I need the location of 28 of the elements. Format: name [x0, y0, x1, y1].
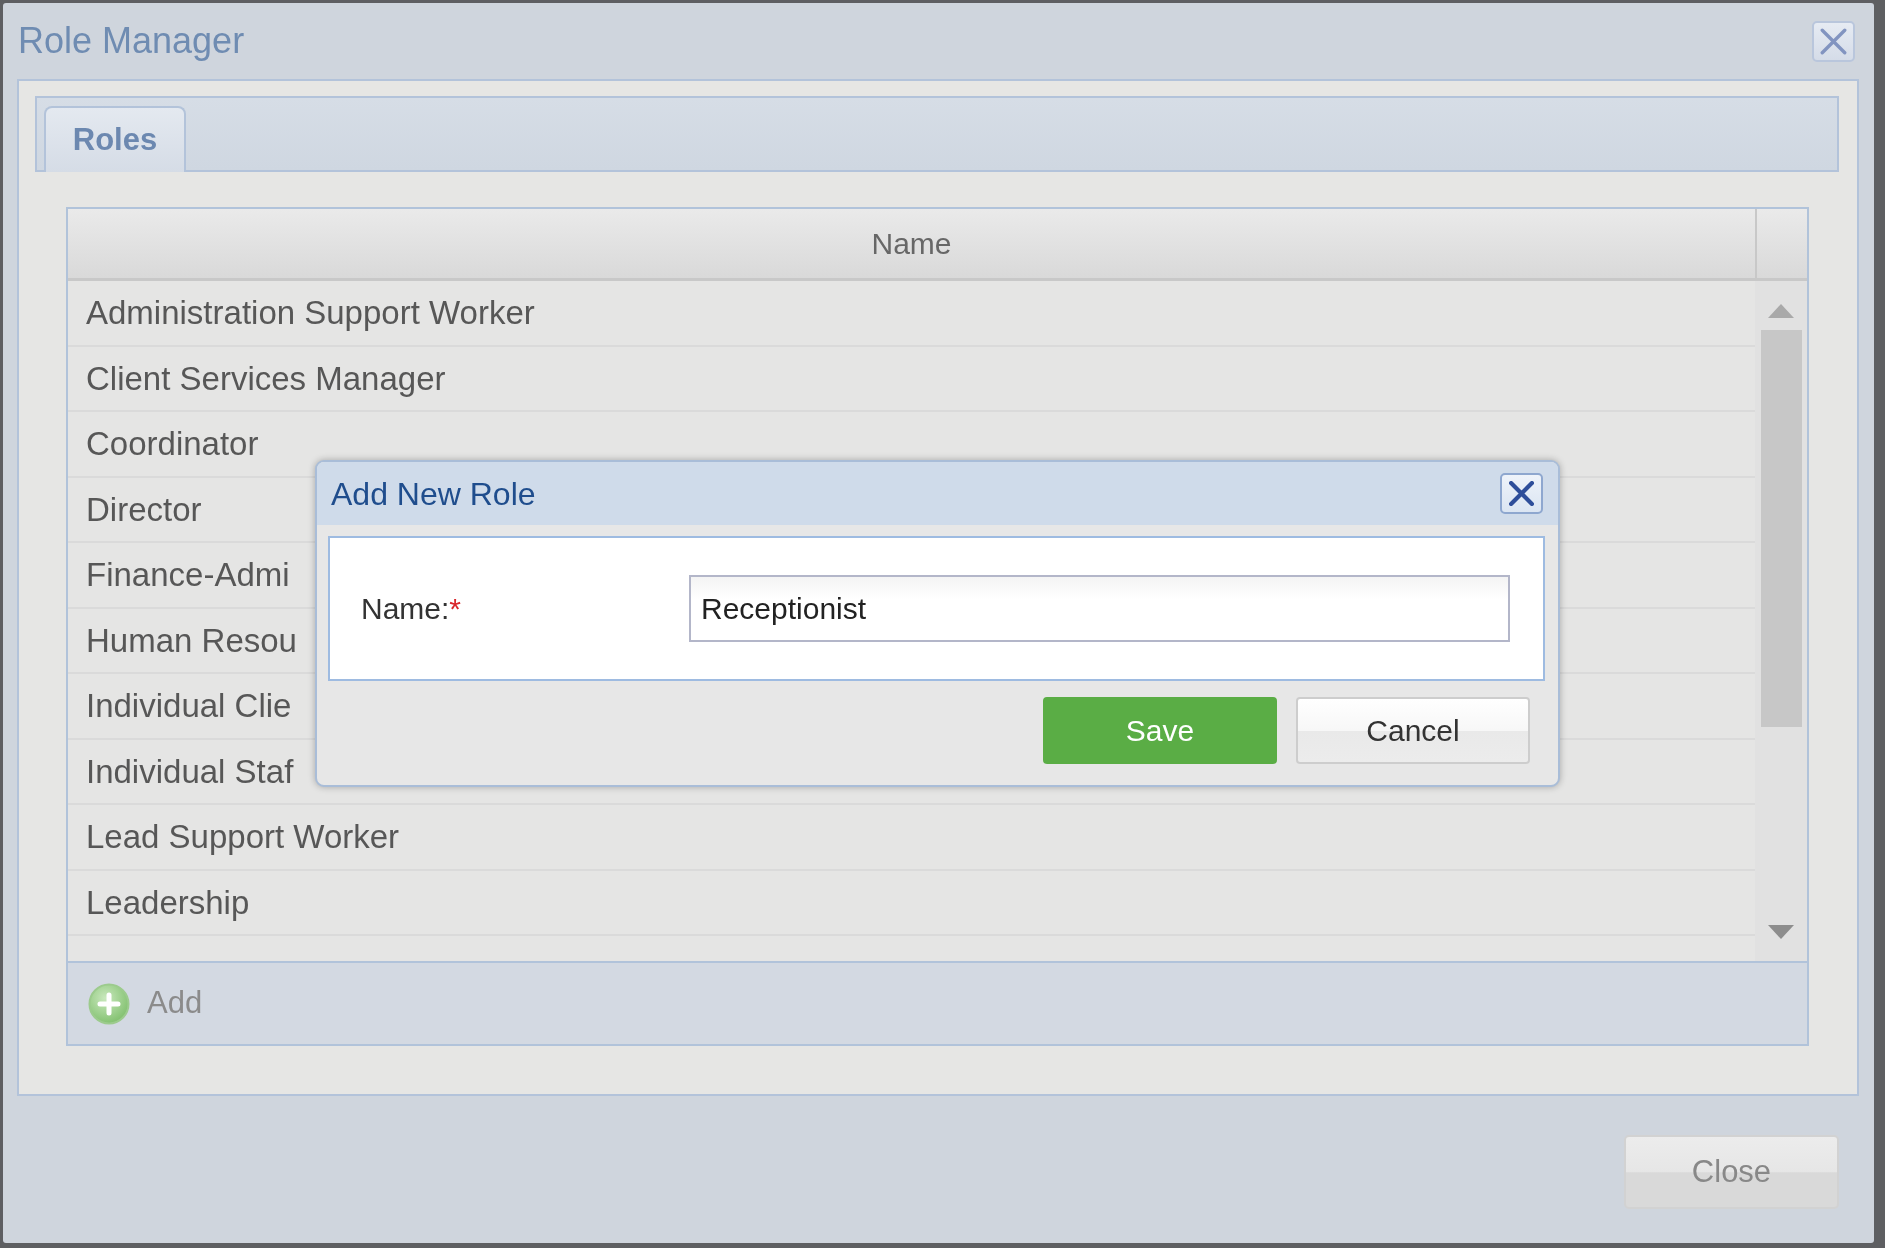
role-name: Administration Support Worker: [86, 293, 535, 333]
cancel-button[interactable]: Cancel: [1296, 697, 1530, 764]
role-name: Individual Staf: [86, 751, 294, 792]
plus-circle-icon: [88, 982, 130, 1025]
role-name: Director: [86, 489, 202, 530]
role-name: Human Resou: [86, 620, 297, 661]
role-name: Finance-Admi: [86, 555, 290, 595]
down-arrow-icon: [1768, 925, 1794, 939]
role-name: Client Services Manager: [86, 358, 446, 399]
role-name: Lead Support Worker: [86, 817, 400, 857]
scrollbar[interactable]: [1755, 281, 1807, 961]
up-arrow-icon: [1768, 304, 1794, 318]
grid-row[interactable]: Client Services Manager: [68, 346, 1755, 412]
role-name: Leadership: [86, 882, 250, 923]
role-name: Individual Clie: [86, 686, 292, 726]
name-input[interactable]: Receptionist: [689, 575, 1510, 642]
dialog-title: Add New Role: [331, 477, 536, 510]
close-button[interactable]: [1500, 473, 1543, 514]
close-icon: [1820, 27, 1847, 55]
grid-row[interactable]: Leadership: [68, 870, 1755, 936]
window-title: Role Manager: [18, 23, 245, 59]
grid-row[interactable]: Administration Support Worker: [68, 281, 1755, 347]
close-icon: [1509, 481, 1534, 506]
role-name: Coordinator: [86, 424, 259, 464]
scrollbar-thumb[interactable]: [1760, 330, 1802, 727]
grid-row[interactable]: Lead Support Worker: [68, 805, 1755, 871]
column-header: Name: [870, 226, 953, 262]
field-label: Name:*: [361, 591, 463, 627]
